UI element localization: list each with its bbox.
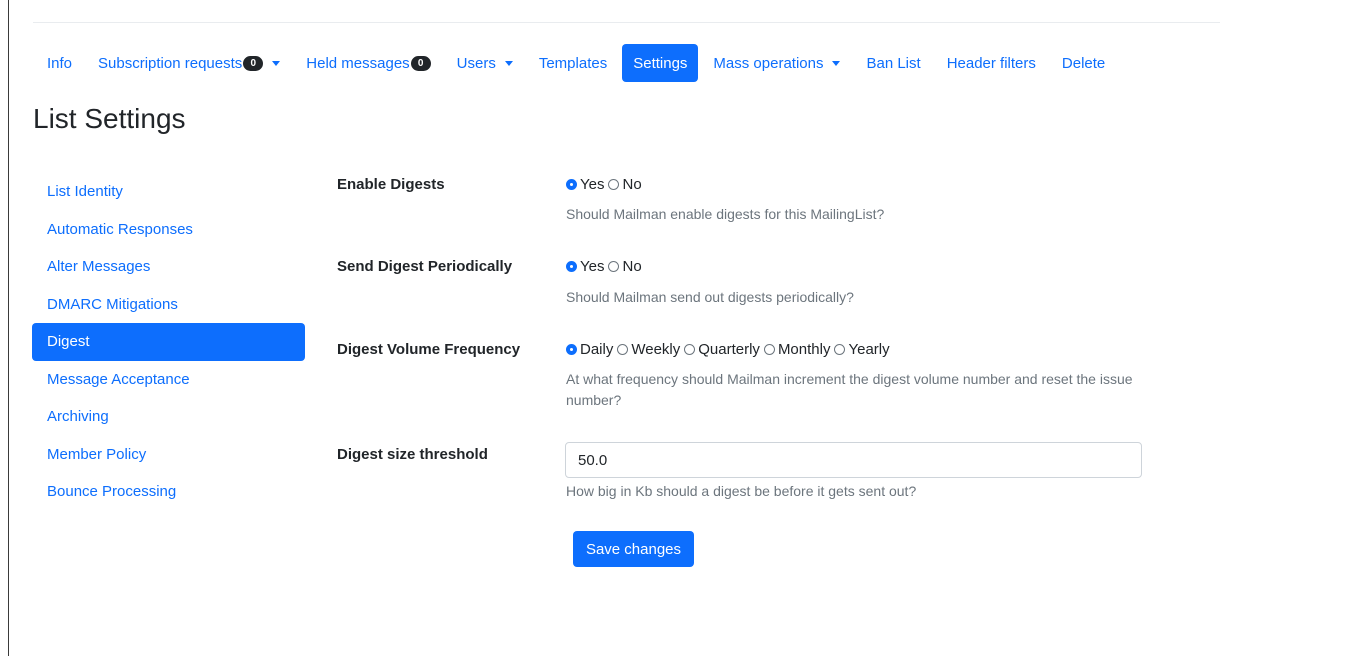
radio-checked-icon[interactable] — [566, 179, 577, 190]
sidebar-item-digest[interactable]: Digest — [32, 323, 305, 361]
sidebar-item-member-policy[interactable]: Member Policy — [32, 436, 305, 474]
digest-volume-frequency-label: Digest Volume Frequency — [337, 341, 521, 358]
tab-mass-operations-label: Mass operations — [713, 54, 824, 72]
frequency-option-yearly-label: Yearly — [848, 341, 890, 358]
tab-delete[interactable]: Delete — [1051, 44, 1116, 82]
digest-size-threshold-input[interactable] — [565, 442, 1142, 478]
frequency-option-monthly[interactable]: Monthly — [763, 341, 831, 358]
sidebar-item-list-identity[interactable]: List Identity — [32, 173, 305, 211]
tab-users-label: Users — [456, 54, 496, 72]
tab-settings[interactable]: Settings — [622, 44, 699, 82]
radio-unchecked-icon[interactable] — [608, 179, 620, 190]
tab-info[interactable]: Info — [36, 44, 83, 82]
tab-settings-label: Settings — [633, 54, 688, 72]
radio-unchecked-icon[interactable] — [834, 344, 846, 355]
enable-digests-option-no-label: No — [622, 176, 642, 193]
radio-unchecked-icon[interactable] — [684, 344, 696, 355]
send-digest-periodically-option-no-label: No — [622, 258, 642, 275]
tab-templates-label: Templates — [538, 54, 608, 72]
tab-ban-list[interactable]: Ban List — [855, 44, 931, 82]
tab-subscription-requests[interactable]: Subscription requests 0 — [87, 44, 291, 82]
sidebar-item-message-acceptance[interactable]: Message Acceptance — [32, 361, 305, 399]
frequency-option-monthly-label: Monthly — [777, 341, 831, 358]
send-digest-periodically-option-yes[interactable]: Yes — [566, 258, 604, 275]
digest-size-threshold-help: How big in Kb should a digest be before … — [566, 483, 917, 499]
enable-digests-help: Should Mailman enable digests for this M… — [566, 206, 885, 222]
radio-unchecked-icon[interactable] — [608, 261, 620, 272]
radio-unchecked-icon[interactable] — [763, 344, 775, 355]
digest-volume-frequency-radio-group: Daily Weekly Quarterly Monthly Yearly — [566, 341, 894, 358]
frequency-option-weekly-label: Weekly — [631, 341, 681, 358]
frequency-option-daily[interactable]: Daily — [566, 341, 613, 358]
digest-volume-frequency-help: At what frequency should Mailman increme… — [566, 371, 1133, 408]
tab-users[interactable]: Users — [446, 44, 524, 82]
tab-held-messages[interactable]: Held messages 0 — [295, 44, 441, 82]
top-divider — [33, 22, 1220, 23]
sidebar-item-alter-messages[interactable]: Alter Messages — [32, 248, 305, 286]
chevron-down-icon — [272, 60, 281, 66]
send-digest-periodically-option-yes-label: Yes — [580, 258, 605, 275]
send-digest-periodically-radio-group: Yes No — [566, 258, 646, 275]
enable-digests-radio-group: Yes No — [566, 176, 646, 193]
frequency-option-yearly[interactable]: Yearly — [834, 341, 890, 358]
sidebar-item-bounce-processing[interactable]: Bounce Processing — [32, 473, 305, 511]
radio-unchecked-icon[interactable] — [617, 344, 629, 355]
send-digest-periodically-help: Should Mailman send out digests periodic… — [566, 289, 854, 305]
frequency-option-weekly[interactable]: Weekly — [617, 341, 680, 358]
sidebar-item-archiving[interactable]: Archiving — [32, 398, 305, 436]
save-changes-button[interactable]: Save changes — [573, 531, 694, 567]
tab-mass-operations[interactable]: Mass operations — [702, 44, 851, 82]
settings-sidebar: List Identity Automatic Responses Alter … — [32, 173, 305, 511]
tab-info-label: Info — [47, 54, 73, 72]
list-top-nav: Info Subscription requests 0 Held messag… — [36, 44, 1120, 82]
enable-digests-option-yes[interactable]: Yes — [566, 176, 604, 193]
enable-digests-option-no[interactable]: No — [608, 176, 642, 193]
tab-ban-list-label: Ban List — [866, 54, 921, 72]
tab-held-messages-label: Held messages — [306, 54, 410, 72]
chevron-down-icon — [504, 60, 513, 66]
send-digest-periodically-label: Send Digest Periodically — [337, 258, 513, 275]
sidebar-item-dmarc-mitigations[interactable]: DMARC Mitigations — [32, 286, 305, 324]
send-digest-periodically-option-no[interactable]: No — [608, 258, 642, 275]
subscription-requests-count-badge: 0 — [243, 55, 264, 71]
radio-checked-icon[interactable] — [566, 344, 577, 355]
tab-header-filters-label: Header filters — [946, 54, 1036, 72]
sidebar-item-automatic-responses[interactable]: Automatic Responses — [32, 211, 305, 249]
tab-delete-label: Delete — [1061, 54, 1106, 72]
tab-templates[interactable]: Templates — [528, 44, 618, 82]
enable-digests-label: Enable Digests — [337, 176, 445, 193]
held-messages-count-badge: 0 — [410, 55, 431, 71]
enable-digests-option-yes-label: Yes — [580, 176, 605, 193]
chevron-down-icon — [832, 60, 841, 66]
frequency-option-quarterly[interactable]: Quarterly — [684, 341, 760, 358]
radio-checked-icon[interactable] — [566, 261, 577, 272]
tab-header-filters[interactable]: Header filters — [936, 44, 1047, 82]
frequency-option-daily-label: Daily — [580, 341, 614, 358]
window-frame-edge — [8, 0, 9, 656]
page-title: List Settings — [33, 103, 186, 134]
tab-subscription-requests-label: Subscription requests — [98, 54, 243, 72]
frequency-option-quarterly-label: Quarterly — [698, 341, 760, 358]
digest-size-threshold-label: Digest size threshold — [337, 446, 488, 463]
